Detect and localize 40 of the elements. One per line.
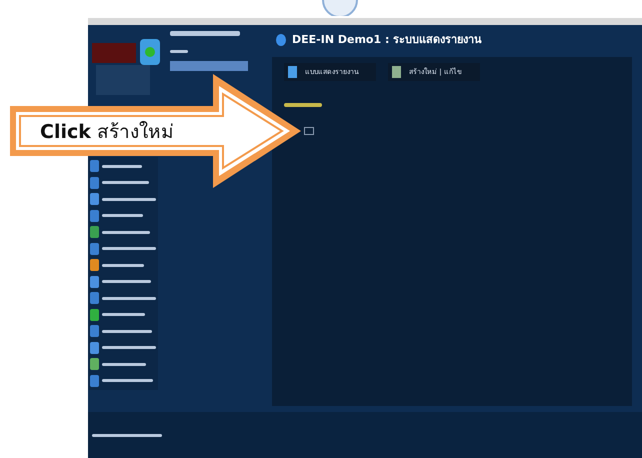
illegible-text-drawing xyxy=(284,103,322,107)
user-panel xyxy=(96,65,150,95)
illegible-text-drawing xyxy=(102,379,153,382)
menu-item-icon[interactable] xyxy=(90,325,99,337)
logo-block xyxy=(92,43,136,63)
illegible-text-drawing xyxy=(102,313,145,316)
illegible-text-drawing xyxy=(102,296,156,300)
illegible-text-drawing xyxy=(102,346,156,349)
menu-item-icon[interactable] xyxy=(90,374,99,386)
menu-item-icon[interactable] xyxy=(90,160,99,172)
small-button[interactable] xyxy=(304,127,314,135)
menu-item-icon[interactable] xyxy=(90,358,99,370)
menu-item-icon[interactable] xyxy=(90,193,99,205)
menu-item-icon[interactable] xyxy=(90,226,99,238)
menu-item-icon[interactable] xyxy=(90,210,99,222)
document-icon xyxy=(392,66,401,78)
callout-text: Click สร้างใหม่ xyxy=(40,120,174,145)
illegible-text-drawing xyxy=(102,230,150,234)
illegible-text-drawing xyxy=(102,164,142,168)
illegible-text-drawing xyxy=(102,264,144,266)
menu-item-icon[interactable] xyxy=(90,176,99,188)
illegible-text-drawing xyxy=(102,214,143,217)
document-icon xyxy=(288,66,297,78)
illegible-text-drawing xyxy=(170,31,240,36)
illegible-text-drawing xyxy=(102,247,156,250)
menu-item-icon[interactable] xyxy=(90,242,99,254)
menu-item-icon[interactable] xyxy=(90,342,99,354)
illegible-text-drawing xyxy=(92,434,162,436)
menu-item-icon[interactable] xyxy=(90,259,99,271)
illegible-text-drawing xyxy=(102,280,151,283)
menu-item-icon[interactable] xyxy=(90,308,99,320)
menu-item-icon[interactable] xyxy=(90,292,99,304)
illegible-text-drawing xyxy=(102,181,149,184)
app-title: DEE-IN Demo1 : ระบบแสดงรายงาน xyxy=(292,32,482,48)
illegible-text-drawing xyxy=(170,50,188,53)
illegible-text-drawing xyxy=(102,330,152,332)
selected-field[interactable] xyxy=(170,61,248,71)
menu-item-icon[interactable] xyxy=(90,276,99,288)
illegible-text-drawing xyxy=(102,362,146,366)
illegible-text-drawing xyxy=(102,198,156,200)
